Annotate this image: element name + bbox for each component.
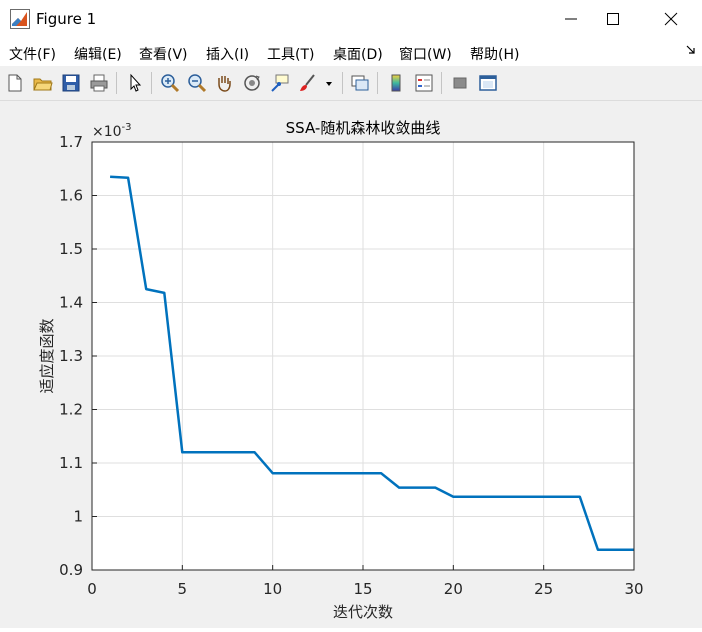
menu-view[interactable]: 查看(V) bbox=[139, 44, 188, 64]
exponent-power: -3 bbox=[122, 122, 132, 133]
y-tick-label: 1.3 bbox=[59, 347, 83, 365]
x-tick-label: 25 bbox=[534, 580, 553, 598]
new-figure-icon bbox=[8, 74, 22, 92]
toolbar-separator bbox=[151, 72, 152, 94]
zoom-out-icon bbox=[188, 74, 207, 93]
data-cursor-icon bbox=[271, 74, 289, 92]
chart-svg: 0 5 10 15 20 25 30 0.9 1 1.1 1.2 1.3 1.4 1.5 1.6 1.7 SS… bbox=[38, 119, 644, 621]
exponent-base: ×10 bbox=[92, 124, 122, 140]
select-arrow-button[interactable] bbox=[123, 71, 147, 95]
x-tick-label: 20 bbox=[444, 580, 463, 598]
brush-icon bbox=[300, 74, 315, 91]
y-tick-label: 1.2 bbox=[59, 401, 83, 419]
close-icon bbox=[664, 12, 678, 26]
open-file-button[interactable] bbox=[31, 71, 55, 95]
print-icon bbox=[90, 74, 108, 92]
x-tick-label: 0 bbox=[87, 580, 97, 598]
zoom-in-icon bbox=[161, 74, 180, 93]
figure-canvas: 0 5 10 15 20 25 30 0.9 1 1.1 1.2 1.3 1.4 1.5 1.6 1.7 SS… bbox=[0, 101, 702, 628]
save-icon bbox=[62, 74, 80, 92]
y-tick-label: 1.4 bbox=[59, 294, 83, 312]
y-tick-label: 1.1 bbox=[59, 454, 83, 472]
menu-tools[interactable]: 工具(T) bbox=[267, 44, 314, 64]
link-plot-button[interactable] bbox=[348, 71, 372, 95]
toolbar-separator bbox=[377, 72, 378, 94]
x-axis-label: 迭代次数 bbox=[333, 603, 393, 621]
insert-colorbar-button[interactable] bbox=[384, 71, 408, 95]
brush-dropdown-button[interactable] bbox=[322, 71, 336, 95]
rotate-3d-button[interactable] bbox=[240, 71, 264, 95]
pan-icon bbox=[218, 76, 231, 92]
hide-plot-tools-icon bbox=[453, 77, 467, 89]
title-bar: Figure 1 bbox=[0, 0, 702, 38]
maximize-button[interactable] bbox=[588, 0, 638, 38]
y-tick-label: 1 bbox=[73, 508, 83, 526]
zoom-in-button[interactable] bbox=[158, 71, 182, 95]
y-exponent-label: ×10-3 bbox=[92, 122, 132, 140]
hide-plot-tools-button[interactable] bbox=[448, 71, 472, 95]
brush-button[interactable] bbox=[296, 71, 320, 95]
show-plot-tools-button[interactable] bbox=[476, 71, 500, 95]
dock-arrow-icon[interactable] bbox=[686, 45, 696, 55]
menu-window[interactable]: 窗口(W) bbox=[399, 44, 452, 64]
select-arrow-icon bbox=[130, 73, 142, 92]
x-tick-label: 30 bbox=[624, 580, 643, 598]
pan-button[interactable] bbox=[212, 71, 236, 95]
close-button[interactable] bbox=[646, 0, 696, 38]
chart-title: SSA-随机森林收敛曲线 bbox=[286, 119, 441, 137]
toolbar-separator bbox=[441, 72, 442, 94]
link-plot-icon bbox=[351, 75, 369, 91]
y-tick-label: 1.5 bbox=[59, 240, 83, 258]
data-cursor-button[interactable] bbox=[268, 71, 292, 95]
toolbar-separator bbox=[116, 72, 117, 94]
y-tick-label: 1.6 bbox=[59, 187, 83, 205]
brush-dropdown-icon bbox=[326, 82, 332, 86]
y-tick-label: 0.9 bbox=[59, 561, 83, 579]
insert-legend-icon bbox=[415, 74, 433, 92]
figure-toolbar bbox=[0, 66, 702, 101]
insert-colorbar-icon bbox=[391, 74, 401, 92]
y-tick-label: 1.7 bbox=[59, 133, 83, 151]
window-title: Figure 1 bbox=[36, 10, 97, 28]
minimize-icon bbox=[565, 18, 577, 20]
menu-bar: 文件(F) 编辑(E) 查看(V) 插入(I) 工具(T) 桌面(D) 窗口(W… bbox=[0, 38, 702, 66]
toolbar-separator bbox=[342, 72, 343, 94]
x-tick-label: 15 bbox=[353, 580, 372, 598]
x-tick-label: 5 bbox=[178, 580, 188, 598]
menu-insert[interactable]: 插入(I) bbox=[206, 44, 249, 64]
rotate-3d-icon bbox=[244, 75, 260, 91]
y-axis-label: 适应度函数 bbox=[38, 318, 56, 393]
show-plot-tools-icon bbox=[479, 75, 497, 91]
x-tick-label: 10 bbox=[263, 580, 282, 598]
menu-desktop[interactable]: 桌面(D) bbox=[333, 44, 383, 64]
menu-edit[interactable]: 编辑(E) bbox=[74, 44, 122, 64]
zoom-out-button[interactable] bbox=[185, 71, 209, 95]
menu-help[interactable]: 帮助(H) bbox=[470, 44, 519, 64]
matlab-logo-icon bbox=[10, 9, 30, 29]
print-button[interactable] bbox=[87, 71, 111, 95]
maximize-icon bbox=[607, 13, 619, 25]
new-figure-button[interactable] bbox=[3, 71, 27, 95]
insert-legend-button[interactable] bbox=[412, 71, 436, 95]
open-file-icon bbox=[33, 78, 53, 91]
menu-file[interactable]: 文件(F) bbox=[9, 44, 56, 64]
save-button[interactable] bbox=[59, 71, 83, 95]
